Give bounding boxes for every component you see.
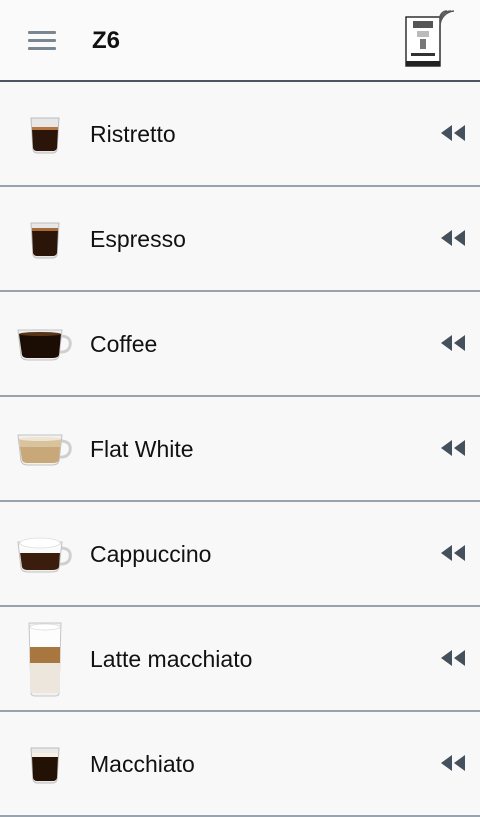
rewind-double-arrow-icon[interactable]	[440, 544, 466, 562]
list-item[interactable]: Latte macchiato	[0, 607, 480, 712]
drink-label: Coffee	[90, 331, 158, 357]
coffee-cup-icon	[14, 292, 76, 395]
drink-label: Flat White	[90, 436, 194, 462]
list-item[interactable]: Flat White	[0, 397, 480, 502]
drink-label: Espresso	[90, 226, 186, 252]
drink-label: Latte macchiato	[90, 646, 253, 672]
list-item[interactable]: Espresso	[0, 187, 480, 292]
drink-list: Ristretto Espresso Coffee Flat White Cap…	[0, 82, 480, 817]
rewind-double-arrow-icon[interactable]	[440, 439, 466, 457]
list-item[interactable]: Macchiato	[0, 712, 480, 817]
latte-macchiato-glass-icon	[14, 607, 76, 710]
cappuccino-cup-icon	[14, 502, 76, 605]
app-bar: Z6	[0, 0, 480, 82]
drink-label: Ristretto	[90, 121, 176, 147]
list-item[interactable]: Coffee	[0, 292, 480, 397]
espresso-glass-icon	[14, 187, 76, 290]
hamburger-menu-icon[interactable]	[28, 31, 56, 51]
rewind-double-arrow-icon[interactable]	[440, 754, 466, 772]
rewind-double-arrow-icon[interactable]	[440, 124, 466, 142]
rewind-double-arrow-icon[interactable]	[440, 649, 466, 667]
drink-label: Cappuccino	[90, 541, 212, 567]
flat-white-cup-icon	[14, 397, 76, 500]
list-item[interactable]: Ristretto	[0, 82, 480, 187]
coffee-machine-connected-icon[interactable]	[404, 8, 454, 68]
drink-label: Macchiato	[90, 751, 195, 777]
page-title: Z6	[92, 27, 121, 54]
list-item[interactable]: Cappuccino	[0, 502, 480, 607]
rewind-double-arrow-icon[interactable]	[440, 229, 466, 247]
ristretto-glass-icon	[14, 82, 76, 185]
rewind-double-arrow-icon[interactable]	[440, 334, 466, 352]
